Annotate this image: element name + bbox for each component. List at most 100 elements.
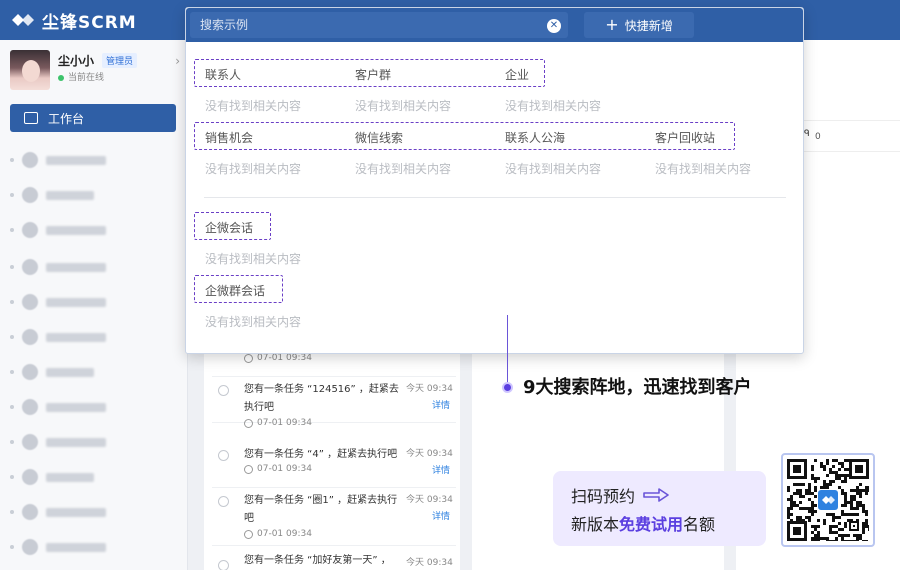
category-recycle-bin[interactable]: 客户回收站 (655, 129, 715, 146)
sidebar-item-blurred[interactable] (10, 502, 180, 522)
empty-result: 没有找到相关内容 (355, 99, 452, 113)
chevron-right-icon[interactable]: › (175, 54, 180, 68)
clock-icon (244, 418, 253, 428)
list-item[interactable]: 您有一条任务 “4” ，赶紧去执行吧 今天 09:34 详情 07-01 09:… (212, 442, 456, 488)
promo-line2: 新版本免费试用名额 (571, 515, 716, 534)
task-text: 您有一条任务 “加好友第一天” ， (244, 555, 391, 566)
quick-add-button[interactable]: + 快捷新增 (584, 12, 694, 38)
sidebar-item-blurred[interactable] (10, 537, 180, 557)
brand-name: 尘锋SCRM (42, 12, 137, 33)
clock-icon (244, 529, 253, 539)
menu-icon (22, 259, 38, 275)
user-name: 尘小小 (58, 54, 95, 68)
empty-result: 没有找到相关内容 (505, 162, 602, 176)
user-icon (22, 187, 38, 203)
sidebar-item-label: 工作台 (48, 111, 85, 126)
empty-result: 没有找到相关内容 (505, 99, 602, 113)
column-count: 0 (815, 132, 821, 142)
role-badge: 管理员 (102, 53, 138, 68)
empty-result: 没有找到相关内容 (205, 99, 302, 113)
sidebar-item-blurred[interactable] (10, 257, 180, 277)
task-text: 您有一条任务 “124516” ，赶紧去执行吧 (244, 384, 399, 413)
plus-icon: + (605, 15, 619, 34)
menu-icon (22, 434, 38, 450)
task-checkbox[interactable] (218, 450, 229, 461)
category-wecom-chat[interactable]: 企微会话 (205, 219, 253, 236)
sidebar-item-blurred[interactable] (10, 467, 180, 487)
menu-icon (22, 222, 38, 238)
brand-logo-icon (12, 14, 34, 26)
detail-link[interactable]: 详情 (432, 398, 450, 411)
menu-icon (22, 364, 38, 380)
annotation-text: 9大搜索阵地，迅速找到客户 (523, 377, 752, 398)
menu-icon (22, 399, 38, 415)
category-wecom-group-chat[interactable]: 企微群会话 (205, 282, 265, 299)
task-time: 07-01 09:34 (244, 529, 312, 539)
category-customer-groups[interactable]: 客户群 (355, 66, 391, 83)
empty-result: 没有找到相关内容 (205, 252, 302, 266)
annotation-line (507, 315, 508, 387)
menu-icon (22, 152, 38, 168)
sidebar-item-blurred[interactable] (10, 220, 180, 240)
empty-result: 没有找到相关内容 (355, 162, 452, 176)
task-text: 您有一条任务 “4” ，赶紧去执行吧 (244, 449, 398, 460)
sidebar-item-blurred[interactable] (10, 397, 180, 417)
task-day: 今天 09:34 (406, 384, 453, 394)
highlight-box (194, 122, 735, 150)
task-day: 今天 09:34 (406, 495, 453, 505)
quick-add-label: 快捷新增 (624, 18, 673, 33)
sidebar-item-blurred[interactable] (10, 327, 180, 347)
sidebar-item-blurred[interactable] (10, 185, 180, 205)
category-wechat-leads[interactable]: 微信线索 (355, 129, 403, 146)
clock-icon (244, 464, 253, 474)
search-bar: ✕ + 快捷新增 (186, 8, 803, 42)
brand-logo[interactable]: 尘锋SCRM (10, 6, 137, 34)
category-enterprise[interactable]: 企业 (505, 66, 529, 83)
avatar (10, 50, 50, 90)
empty-result: 没有找到相关内容 (205, 315, 302, 329)
task-time: 07-01 09:34 (244, 418, 312, 428)
task-day: 今天 09:34 (406, 449, 453, 459)
sidebar-item-blurred[interactable] (10, 432, 180, 452)
task-time: 07-01 09:34 (244, 464, 312, 474)
search-dropdown: ✕ + 快捷新增 联系人 客户群 企业 没有找到相关内容 没有找到相关内容 没有… (185, 7, 804, 354)
list-item[interactable]: 您有一条任务 “124516” ，赶紧去执行吧 今天 09:34 详情 07-0… (212, 377, 456, 428)
arrow-right-icon (643, 488, 669, 502)
divider (204, 197, 786, 198)
menu-icon (22, 294, 38, 310)
online-status-dot (58, 75, 64, 81)
user-profile[interactable]: 尘小小 管理员 当前在线 › (10, 50, 180, 94)
category-contact-pool[interactable]: 联系人公海 (505, 129, 565, 146)
clock-icon (244, 353, 253, 363)
list-item[interactable]: 您有一条任务 “加好友第一天” ， 今天 09:34 (212, 552, 456, 570)
detail-link[interactable]: 详情 (432, 509, 450, 522)
promo-line1: 扫码预约 (571, 483, 669, 507)
clear-icon[interactable]: ✕ (547, 19, 561, 33)
task-checkbox[interactable] (218, 496, 229, 507)
monitor-icon (24, 112, 38, 124)
sidebar-item-blurred[interactable] (10, 150, 180, 170)
menu-icon (22, 329, 38, 345)
sidebar-item-workbench[interactable]: 工作台 (10, 104, 176, 132)
task-checkbox[interactable] (218, 385, 229, 396)
promo-card[interactable]: 扫码预约 新版本免费试用名额 (553, 471, 766, 546)
detail-link[interactable]: 详情 (432, 463, 450, 476)
category-contacts[interactable]: 联系人 (205, 66, 241, 83)
sidebar-item-blurred[interactable] (10, 292, 180, 312)
empty-result: 没有找到相关内容 (205, 162, 302, 176)
list-item[interactable]: 您有一条任务 “圈1” ，赶紧去执行吧 今天 09:34 详情 07-01 09… (212, 488, 456, 546)
search-input[interactable] (190, 12, 568, 38)
annotation-dot (502, 382, 513, 393)
category-sales-opportunities[interactable]: 销售机会 (205, 129, 253, 146)
sidebar-item-blurred[interactable] (10, 362, 180, 382)
qr-code (781, 453, 875, 547)
online-status-text: 当前在线 (68, 73, 105, 83)
task-time: 07-01 09:34 (244, 353, 312, 363)
menu-icon (22, 469, 38, 485)
task-text: 您有一条任务 “圈1” ，赶紧去执行吧 (244, 495, 398, 524)
task-checkbox[interactable] (218, 560, 229, 570)
column-marker: ᑫ (804, 129, 810, 139)
task-day: 今天 09:34 (406, 558, 453, 568)
empty-result: 没有找到相关内容 (655, 162, 752, 176)
menu-icon (22, 539, 38, 555)
